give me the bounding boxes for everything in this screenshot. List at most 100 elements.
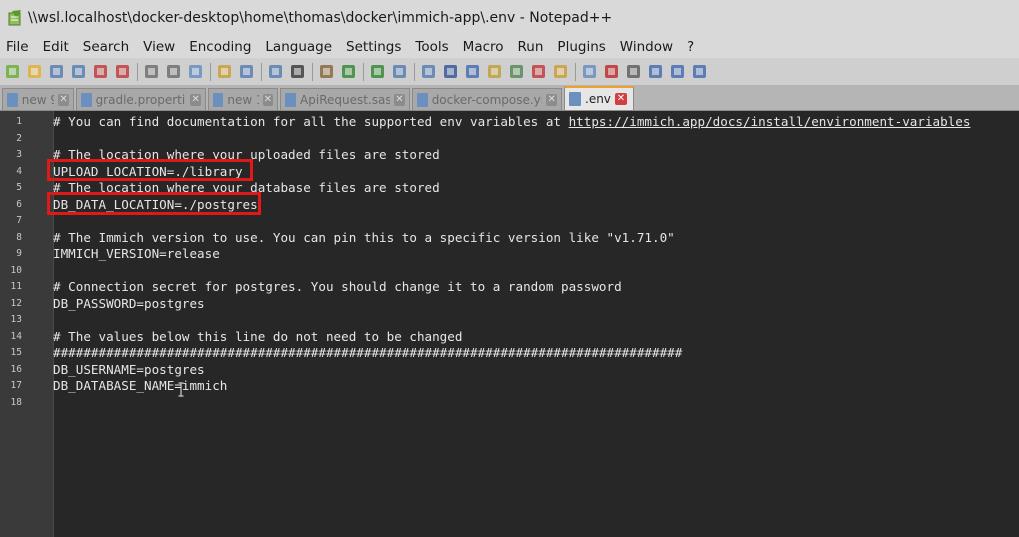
line-number: 7 — [16, 215, 22, 226]
tab-apirequest-sass[interactable]: ApiRequest.sass ✕ — [280, 88, 410, 110]
open-file-icon[interactable] — [26, 63, 43, 80]
line-number: 11 — [10, 281, 22, 292]
code-line[interactable]: DB_DATABASE_NAME=immich — [53, 378, 227, 394]
code-line[interactable]: ########################################… — [53, 345, 682, 361]
zoom-out-icon[interactable] — [369, 63, 386, 80]
tab-bar: new 9✕gradle.properties✕new 1✕ApiRequest… — [0, 85, 1019, 111]
stop-macro-icon[interactable] — [625, 63, 642, 80]
tab-gradle-properties[interactable]: gradle.properties✕ — [76, 88, 206, 110]
doc-map-icon[interactable] — [508, 63, 525, 80]
function-list-icon[interactable] — [530, 63, 547, 80]
line-number: 3 — [16, 149, 22, 160]
notepadpp-app-icon — [8, 10, 22, 26]
code-line[interactable]: # The Immich version to use. You can pin… — [53, 230, 675, 246]
save-icon[interactable] — [48, 63, 65, 80]
file-icon — [417, 92, 428, 107]
code-text: # The values below this line do not need… — [53, 328, 463, 344]
code-line[interactable]: # You can find documentation for all the… — [53, 114, 970, 130]
menu-file[interactable]: File — [0, 39, 36, 55]
print-icon[interactable] — [143, 63, 160, 80]
line-number: 15 — [10, 347, 22, 358]
line-number: 17 — [10, 380, 22, 391]
text-cursor-icon — [178, 382, 184, 397]
tab-label: docker-compose.yml — [431, 92, 543, 107]
code-text: DB_USERNAME=postgres — [53, 361, 205, 377]
paste-icon[interactable] — [216, 63, 233, 80]
close-icon[interactable]: ✕ — [614, 93, 627, 105]
code-link[interactable]: https://immich.app/docs/install/environm… — [569, 114, 971, 129]
menu-edit[interactable]: Edit — [36, 39, 76, 55]
close-icon[interactable]: ✕ — [262, 93, 274, 106]
close-icon[interactable]: ✕ — [393, 93, 405, 106]
line-number: 6 — [16, 198, 22, 210]
line-number: 5 — [16, 182, 22, 193]
toolbar-separator — [312, 62, 313, 81]
sync-horizontal-icon[interactable] — [420, 63, 437, 80]
copy-icon[interactable] — [187, 63, 204, 80]
folder-workspace-icon[interactable] — [552, 63, 569, 80]
menu-settings[interactable]: Settings — [339, 39, 408, 55]
undo-icon[interactable] — [238, 63, 255, 80]
replace-icon[interactable] — [318, 63, 335, 80]
tab-label: ApiRequest.sass — [300, 92, 390, 107]
close-all-icon[interactable] — [114, 63, 131, 80]
code-text: DB_PASSWORD=postgres — [53, 295, 205, 311]
tab-label: new 1 — [227, 92, 258, 107]
editor[interactable]: 1 # You can find documentation for all th… — [0, 111, 1019, 537]
menu-encoding[interactable]: Encoding — [182, 39, 258, 55]
close-icon[interactable]: ✕ — [546, 93, 557, 106]
close-icon[interactable]: ✕ — [58, 93, 69, 106]
sync-vertical-icon[interactable] — [391, 63, 408, 80]
save-all-icon[interactable] — [70, 63, 87, 80]
show-all-chars-icon[interactable] — [464, 63, 481, 80]
monitoring-icon[interactable] — [581, 63, 598, 80]
toolbar-separator — [414, 62, 415, 81]
menu-view[interactable]: View — [136, 39, 182, 55]
zoom-in-icon[interactable] — [340, 63, 357, 80]
run-macro-multiple-icon[interactable] — [669, 63, 686, 80]
code-line[interactable]: # The values below this line do not need… — [53, 329, 462, 345]
menu-search[interactable]: Search — [76, 39, 136, 55]
new-file-icon[interactable] — [4, 63, 21, 80]
toolbar-separator — [261, 62, 262, 81]
line-number: 4 — [16, 165, 22, 177]
redo-icon[interactable] — [267, 63, 284, 80]
word-wrap-icon[interactable] — [442, 63, 459, 80]
menu-macro[interactable]: Macro — [456, 39, 511, 55]
tab-docker-compose-yml[interactable]: docker-compose.yml✕ — [412, 88, 562, 110]
line-number: 8 — [16, 231, 22, 243]
code-text: # The Immich version to use. You can pin… — [53, 229, 675, 245]
code-text: # Connection secret for postgres. You sh… — [53, 279, 622, 294]
line-number: 1 — [16, 116, 22, 127]
menu-run[interactable]: Run — [511, 39, 551, 55]
line-number: 18 — [10, 396, 22, 408]
file-icon — [81, 92, 92, 107]
record-macro-icon[interactable] — [603, 63, 620, 80]
line-number: 9 — [16, 248, 22, 259]
line-number: 12 — [10, 297, 22, 309]
save-macro-icon[interactable] — [691, 63, 708, 80]
code-line[interactable]: IMMICH_VERSION=release — [53, 246, 220, 262]
highlight-upload-location — [47, 159, 253, 181]
code-line[interactable]: DB_PASSWORD=postgres — [53, 296, 205, 312]
menu-tools[interactable]: Tools — [408, 39, 455, 55]
indent-guide-icon[interactable] — [486, 63, 503, 80]
menu-help[interactable]: ? — [680, 39, 701, 55]
toolbar — [0, 58, 1019, 85]
code-line[interactable]: DB_USERNAME=postgres — [53, 362, 205, 378]
window-title: \\wsl.localhost\docker-desktop\home\thom… — [28, 10, 613, 26]
tab-env[interactable]: .env ✕ — [564, 86, 634, 110]
code-line[interactable]: # Connection secret for postgres. You sh… — [53, 279, 622, 295]
menu-window[interactable]: Window — [613, 39, 680, 55]
play-macro-icon[interactable] — [647, 63, 664, 80]
close-icon[interactable] — [92, 63, 109, 80]
menu-bar: File Edit Search View Encoding Language … — [0, 36, 1019, 58]
find-icon[interactable] — [289, 63, 306, 80]
close-icon[interactable]: ✕ — [190, 93, 202, 106]
menu-plugins[interactable]: Plugins — [550, 39, 612, 55]
tab-label: gradle.properties — [95, 92, 187, 107]
menu-language[interactable]: Language — [258, 39, 339, 55]
tab-new-1[interactable]: new 1 ✕ — [208, 88, 278, 110]
cut-icon[interactable] — [165, 63, 182, 80]
tab-new-9[interactable]: new 9 ✕ — [2, 88, 74, 110]
